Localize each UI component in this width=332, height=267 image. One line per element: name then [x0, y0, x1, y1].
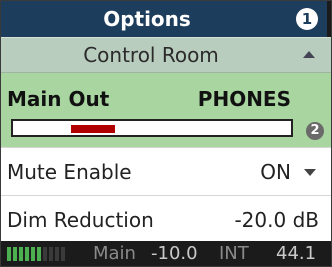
status-int: INT — [219, 243, 249, 264]
mute-enable-value: ON — [260, 160, 291, 184]
level-meter-bar — [19, 247, 23, 261]
page-title: Options — [103, 7, 191, 31]
level-meter-bar — [55, 247, 59, 261]
status-main: Main — [93, 243, 136, 264]
level-meter-bar — [37, 247, 41, 261]
options-panel: Options 1 Control Room Main Out PHONES 2… — [0, 0, 332, 267]
level-meter-bar — [43, 247, 47, 261]
level-meter-bar — [49, 247, 53, 261]
main-out-meter — [11, 119, 293, 137]
step-2-badge-icon: 2 — [306, 122, 324, 140]
title-bar: Options 1 — [1, 1, 331, 37]
dim-reduction-value: -20.0 dB — [234, 208, 319, 232]
status-sample-rate: 44.1 — [276, 243, 317, 264]
level-meter-bar — [7, 247, 11, 261]
main-out-value: PHONES — [197, 87, 291, 111]
title-edge — [327, 1, 331, 37]
status-level: -10.0 — [151, 243, 198, 264]
level-meter-icon — [7, 247, 77, 261]
collapse-caret-icon[interactable] — [303, 51, 315, 58]
mute-enable-label: Mute Enable — [7, 160, 132, 184]
step-1-badge-icon: 1 — [296, 8, 318, 30]
main-out-label: Main Out — [7, 87, 110, 111]
dim-reduction-label: Dim Reduction — [7, 208, 154, 232]
dim-reduction-row[interactable]: Dim Reduction -20.0 dB — [1, 195, 331, 243]
section-label: Control Room — [83, 43, 219, 67]
section-control-room[interactable]: Control Room — [1, 37, 331, 73]
level-meter-bar — [25, 247, 29, 261]
dropdown-arrow-icon[interactable] — [304, 169, 316, 176]
level-meter-bar — [13, 247, 17, 261]
status-bar: Main -10.0 INT 44.1 — [1, 241, 331, 266]
mute-enable-row[interactable]: Mute Enable ON — [1, 147, 331, 195]
level-meter-bar — [61, 247, 65, 261]
level-meter-bar — [31, 247, 35, 261]
meter-fill — [71, 125, 115, 133]
main-out-item[interactable]: Main Out PHONES 2 — [1, 73, 331, 147]
